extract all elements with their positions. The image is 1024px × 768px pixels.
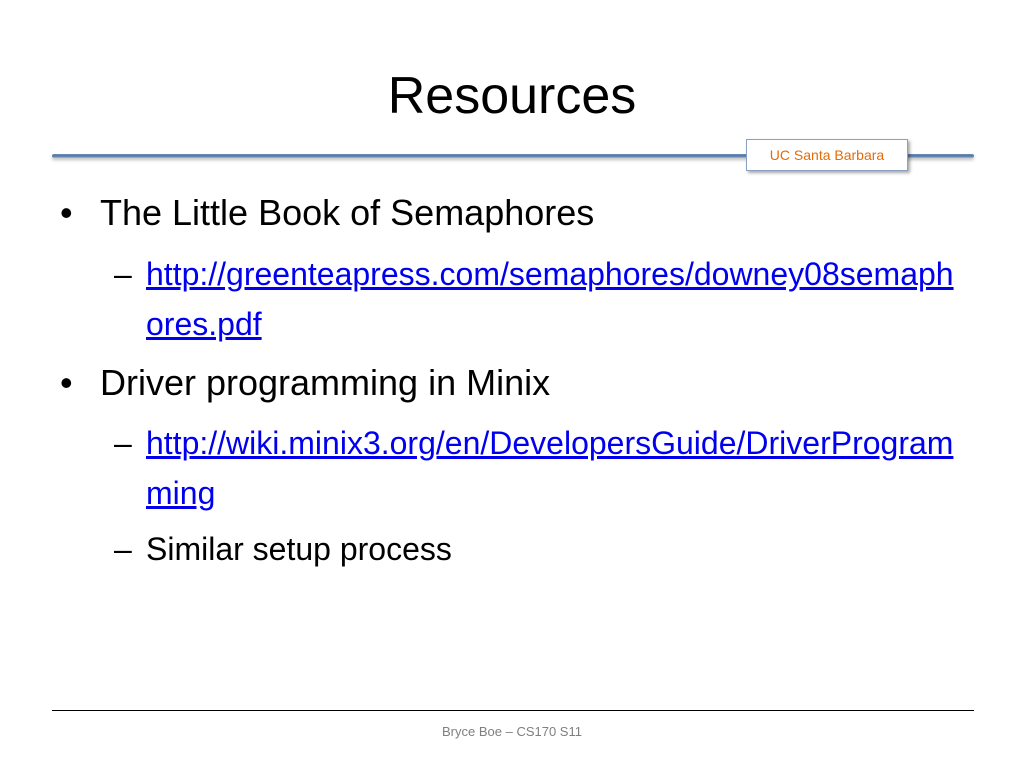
semaphores-pdf-link[interactable]: http://greenteapress.com/semaphores/down… [146, 249, 970, 349]
slide-content: • The Little Book of Semaphores – http:/… [0, 0, 1024, 768]
footer-divider [52, 710, 974, 711]
minix-driver-guide-link[interactable]: http://wiki.minix3.org/en/DevelopersGuid… [146, 418, 970, 518]
slide: Resources UC Santa Barbara • The Little … [0, 0, 1024, 768]
bullet-icon: • [60, 192, 73, 233]
dash-icon: – [114, 425, 132, 461]
bullet-text: The Little Book of Semaphores [100, 192, 595, 233]
bullet-icon: • [60, 362, 73, 403]
dash-icon: – [114, 531, 132, 567]
footer-text: Bryce Boe – CS170 S11 [442, 724, 582, 739]
bullet-text: Driver programming in Minix [100, 362, 551, 403]
setup-process-text: Similar setup process [146, 531, 452, 567]
dash-icon: – [114, 256, 132, 292]
